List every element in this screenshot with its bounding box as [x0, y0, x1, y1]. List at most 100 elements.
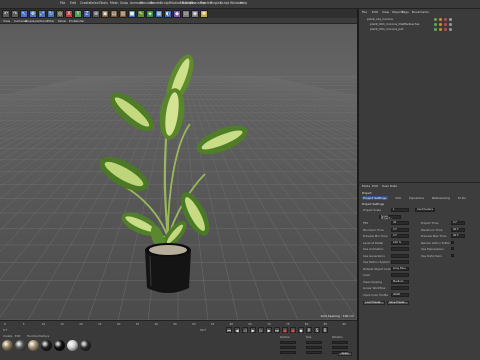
attribute-menu-user-data[interactable]: User Data [382, 184, 397, 188]
material-swatch[interactable] [41, 340, 52, 351]
coordinate-field[interactable] [306, 346, 322, 349]
attribute-field[interactable]: 0 F [391, 227, 409, 232]
material-swatch[interactable] [80, 340, 91, 351]
object-tag-icon[interactable] [444, 28, 447, 31]
tab-dynamics[interactable]: Dynamics [409, 196, 424, 200]
attribute-checkbox[interactable] [451, 247, 454, 250]
coordinate-field[interactable] [332, 346, 348, 349]
object-tag-icon[interactable] [444, 23, 447, 26]
object-tag-icon[interactable] [449, 23, 452, 26]
start-frame-field[interactable]: 0 F [3, 328, 7, 332]
render-settings-button[interactable]: ▥ [119, 9, 127, 18]
rotation-key-button[interactable]: R [322, 327, 328, 333]
object-tag-icon[interactable] [434, 23, 437, 26]
x-axis-button[interactable]: X [65, 9, 73, 18]
viewport-menu-options[interactable]: Options [36, 19, 48, 23]
next-frame-button[interactable]: ▷ [258, 327, 264, 333]
menu-help[interactable]: Help [240, 1, 247, 5]
z-axis-button[interactable]: Z [83, 9, 91, 18]
object-tag-icon[interactable] [439, 28, 442, 31]
tab-project-settings[interactable]: Project Settings [362, 196, 388, 200]
prev-frame-button[interactable]: ◁ [242, 327, 248, 333]
object-menu-file[interactable]: File [362, 10, 367, 14]
attribute-field[interactable]: 90 F [451, 227, 465, 232]
scale-button[interactable]: ⤢ [38, 9, 46, 18]
render-view-button[interactable]: ▣ [101, 9, 109, 18]
play-button[interactable]: ▶ [250, 327, 256, 333]
floor-button[interactable]: ▭ [182, 9, 190, 18]
pen-button[interactable]: ✎ [137, 9, 145, 18]
menu-sculpt[interactable]: Sculpt [160, 1, 170, 5]
coordinate-field[interactable] [280, 346, 296, 349]
array-button[interactable]: ▦ [155, 9, 163, 18]
live-select-button[interactable]: ↖ [20, 9, 28, 18]
attribute-field[interactable]: 100 % [391, 240, 409, 245]
menu-script[interactable]: Script [220, 1, 229, 5]
menu-file[interactable]: File [60, 1, 65, 5]
material-swatch[interactable] [54, 340, 65, 351]
object-tag-icon[interactable] [444, 18, 447, 21]
menu-edit[interactable]: Edit [70, 1, 76, 5]
menu-create[interactable]: Create [80, 1, 91, 5]
cube-button[interactable]: ■ [128, 9, 136, 18]
attribute-menu-mode[interactable]: Mode [362, 184, 370, 188]
attribute-checkbox[interactable] [451, 240, 454, 244]
object-row[interactable]: plant_001_Corona_Dieffenbachia [370, 22, 419, 26]
object-tag-icon[interactable] [439, 18, 442, 21]
viewport-menu-view[interactable]: View [3, 19, 10, 23]
rotate-button[interactable]: ↻ [47, 9, 55, 18]
object-menu-view[interactable]: View [382, 10, 389, 14]
perspective-viewport[interactable]: View Cameras Display Options Filter Panel ProR… [0, 18, 357, 320]
attribute-checkbox[interactable] [451, 253, 454, 257]
boole-button[interactable]: ◐ [164, 9, 172, 18]
attribute-menu-edit[interactable]: Edit [372, 184, 378, 188]
load-preset-button[interactable]: Load Preset... [363, 301, 385, 305]
menu-tools[interactable]: Tools [100, 1, 108, 5]
attribute-field[interactable]: Scale Project... [379, 214, 401, 219]
viewport-canvas[interactable] [0, 24, 357, 320]
attribute-field[interactable]: 1 [391, 208, 409, 212]
subdivision-button[interactable]: ◈ [146, 9, 154, 18]
go-to-start-button[interactable]: ⏮ [226, 327, 232, 333]
tab-to-do[interactable]: To Do [458, 196, 466, 200]
last-tool-button[interactable]: ◎ [56, 9, 64, 18]
viewport-menu-prorender[interactable]: ProRender [69, 19, 84, 23]
attribute-field[interactable]: Centimeters [415, 208, 435, 212]
coordinate-field[interactable] [280, 341, 296, 344]
coordinate-system-button[interactable]: ⊕ [92, 9, 100, 18]
object-row[interactable]: plant_obj_Corona [367, 17, 393, 21]
attribute-field[interactable] [391, 247, 409, 251]
object-menu-edit[interactable]: Edit [372, 10, 378, 14]
keyframe-selection-button[interactable]: ◆ [298, 327, 304, 333]
render-picture-viewer-button[interactable]: ▤ [110, 9, 118, 18]
save-preset-button[interactable]: Save Preset... [387, 301, 409, 305]
coordinate-field[interactable] [306, 341, 322, 344]
light-button[interactable]: ✺ [200, 9, 208, 18]
next-key-button[interactable]: ▶ [266, 327, 272, 333]
record-button[interactable]: ● [282, 327, 288, 333]
menu-mesh[interactable]: Mesh [110, 1, 118, 5]
material-swatch[interactable] [15, 340, 26, 351]
attribute-field[interactable] [391, 260, 409, 264]
apply-button[interactable]: Apply [338, 352, 352, 356]
object-menu-bookmarks[interactable]: Bookmarks [412, 10, 429, 14]
attribute-field[interactable]: Gray Blue [391, 266, 409, 271]
deformer-button[interactable]: ◆ [173, 9, 181, 18]
viewport-menu-filter[interactable]: Filter [47, 19, 54, 23]
end-frame-field[interactable]: 90 F [200, 328, 206, 332]
object-menu-tags[interactable]: Tags [402, 10, 409, 14]
position-key-button[interactable]: P [306, 327, 312, 333]
object-tag-icon[interactable] [434, 18, 437, 21]
attribute-field[interactable]: 90 F [451, 234, 465, 238]
redo-button[interactable]: ↷ [11, 9, 19, 18]
attribute-field[interactable] [391, 286, 409, 290]
undo-button[interactable]: ↶ [2, 9, 10, 18]
material-menu-create[interactable]: Create [3, 334, 12, 338]
attribute-field[interactable]: 0 F [451, 221, 465, 225]
attribute-field[interactable] [391, 253, 409, 258]
object-tag-icon[interactable] [449, 18, 452, 21]
coordinate-field[interactable] [306, 351, 322, 354]
prev-key-button[interactable]: ◀ [234, 327, 240, 333]
object-tag-icon[interactable] [434, 28, 437, 31]
y-axis-button[interactable]: Y [74, 9, 82, 18]
